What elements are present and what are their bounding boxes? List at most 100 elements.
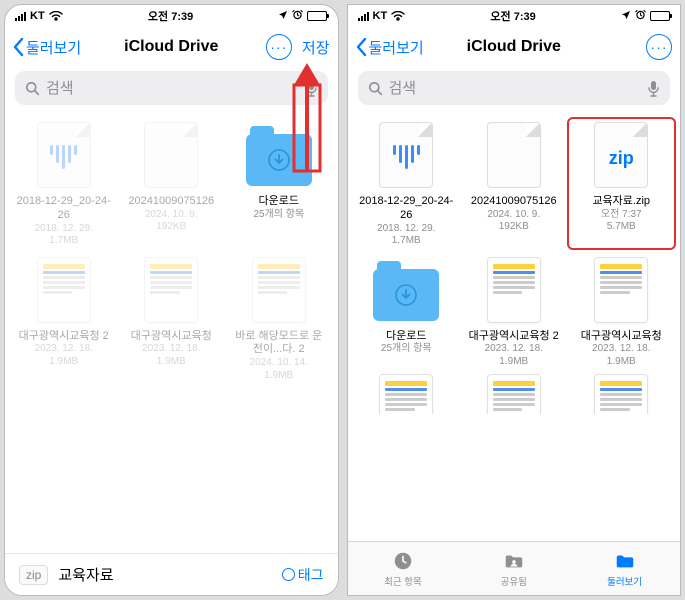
locator-icon xyxy=(621,10,631,23)
file-name: 다운로드 xyxy=(386,330,426,344)
file-item[interactable] xyxy=(461,374,567,414)
battery-icon xyxy=(650,11,670,21)
file-date: 오전 7:37 xyxy=(601,209,642,222)
battery-icon xyxy=(307,11,327,21)
back-button[interactable]: 둘러보기 xyxy=(13,37,81,58)
file-icon xyxy=(144,122,198,188)
search-field[interactable] xyxy=(15,71,328,105)
status-time: 오전 7:39 xyxy=(490,8,535,24)
search-input[interactable] xyxy=(389,80,642,97)
file-size: 1.7MB xyxy=(392,235,421,248)
tab-bar: 최근 항목 공유됨 둘러보기 xyxy=(348,541,681,595)
alarm-icon xyxy=(292,9,303,23)
nav-bar: 둘러보기 iCloud Drive ··· xyxy=(348,27,681,67)
mic-icon[interactable] xyxy=(305,80,318,97)
file-item[interactable]: 바로 해당모드로 운전이...다. 2 2024. 10. 14. 1.9MB xyxy=(226,254,332,383)
file-size: 1.7MB xyxy=(49,235,78,248)
file-date: 2018. 12. 29. xyxy=(377,223,435,236)
shared-folder-icon xyxy=(503,550,525,572)
back-label: 둘러보기 xyxy=(26,37,81,58)
doc-file-icon xyxy=(252,257,306,323)
save-button[interactable]: 저장 xyxy=(302,37,330,58)
file-meta: 25개의 항목 xyxy=(381,343,432,356)
carrier-label: KT xyxy=(373,10,388,22)
back-button[interactable]: 둘러보기 xyxy=(356,37,424,58)
file-item[interactable]: 2018-12-29_20-24-26 2018. 12. 29. 1.7MB xyxy=(11,119,117,248)
file-name: 2018-12-29_20-24-26 xyxy=(358,195,454,223)
file-size: 192KB xyxy=(156,221,186,234)
file-date: 2024. 10. 14. xyxy=(250,357,308,370)
folder-icon xyxy=(246,134,312,186)
file-name: 대구광역시교육청 xyxy=(581,330,662,344)
wifi-icon xyxy=(391,11,405,21)
more-button[interactable]: ··· xyxy=(646,34,672,60)
file-date: 2018. 12. 29. xyxy=(35,223,93,236)
file-grid[interactable]: 2018-12-29_20-24-26 2018. 12. 29. 1.7MB … xyxy=(348,113,681,541)
file-item[interactable]: 다운로드 25개의 항목 xyxy=(226,119,332,248)
file-item[interactable] xyxy=(354,374,460,414)
file-item[interactable] xyxy=(569,374,675,414)
tab-recent[interactable]: 최근 항목 xyxy=(348,542,459,595)
doc-file-icon xyxy=(594,257,648,323)
alarm-icon xyxy=(635,9,646,23)
file-name: 20241009075126 xyxy=(471,195,557,209)
zip-file-icon: zip xyxy=(594,122,648,188)
doc-file-icon xyxy=(487,374,541,414)
search-field[interactable] xyxy=(358,71,671,105)
file-item[interactable]: 20241009075126 2024. 10. 9. 192KB xyxy=(119,119,225,248)
status-bar: KT 오전 7:39 xyxy=(348,5,681,27)
wifi-icon xyxy=(49,11,63,21)
more-icon: ··· xyxy=(651,40,668,54)
more-button[interactable]: ··· xyxy=(266,34,292,60)
tab-browse[interactable]: 둘러보기 xyxy=(569,542,680,595)
mic-icon[interactable] xyxy=(647,80,660,97)
file-item[interactable]: 2018-12-29_20-24-26 2018. 12. 29. 1.7MB xyxy=(354,119,460,248)
status-bar: KT 오전 7:39 xyxy=(5,5,338,27)
tab-label: 최근 항목 xyxy=(384,574,422,588)
file-date: 2023. 12. 18. xyxy=(35,343,93,356)
more-icon: ··· xyxy=(270,40,287,54)
chevron-left-icon xyxy=(13,38,24,56)
tag-icon xyxy=(282,568,295,581)
file-item[interactable]: zip 교육자료.zip 오전 7:37 5.7MB xyxy=(569,119,675,248)
tab-shared[interactable]: 공유됨 xyxy=(458,542,569,595)
filename-bar: zip 교육자료 태그 xyxy=(5,553,338,595)
locator-icon xyxy=(278,10,288,23)
file-icon xyxy=(487,122,541,188)
file-grid[interactable]: 2018-12-29_20-24-26 2018. 12. 29. 1.7MB … xyxy=(5,113,338,553)
file-item[interactable]: 대구광역시교육청 2 2023. 12. 18. 1.9MB xyxy=(461,254,567,369)
file-size: 1.9MB xyxy=(49,356,78,369)
file-size: 1.9MB xyxy=(157,356,186,369)
filename-field[interactable]: 교육자료 xyxy=(58,564,271,585)
file-date: 2023. 12. 18. xyxy=(485,343,543,356)
audio-file-icon xyxy=(37,122,91,188)
file-item[interactable]: 20241009075126 2024. 10. 9. 192KB xyxy=(461,119,567,248)
file-size: 192KB xyxy=(499,221,529,234)
phone-left: KT 오전 7:39 둘러보기 iCloud Drive ··· 저장 xyxy=(4,4,339,596)
filetype-badge: zip xyxy=(19,565,48,585)
file-item[interactable]: 다운로드 25개의 항목 xyxy=(354,254,460,369)
file-date: 2024. 10. 9. xyxy=(487,209,540,222)
tag-button[interactable]: 태그 xyxy=(282,565,324,585)
file-date: 2024. 10. 9. xyxy=(145,209,198,222)
status-time: 오전 7:39 xyxy=(148,8,193,24)
back-label: 둘러보기 xyxy=(369,37,424,58)
audio-file-icon xyxy=(379,122,433,188)
file-size: 5.7MB xyxy=(607,221,636,234)
file-item[interactable]: 대구광역시교육청 2023. 12. 18. 1.9MB xyxy=(569,254,675,369)
file-item[interactable]: 대구광역시교육청 2023. 12. 18. 1.9MB xyxy=(119,254,225,383)
file-date: 2023. 12. 18. xyxy=(142,343,200,356)
folder-icon xyxy=(614,550,636,572)
folder-icon xyxy=(373,269,439,321)
tab-label: 둘러보기 xyxy=(607,574,642,588)
file-item[interactable]: 대구광역시교육청 2 2023. 12. 18. 1.9MB xyxy=(11,254,117,383)
doc-file-icon xyxy=(487,257,541,323)
file-date: 2023. 12. 18. xyxy=(592,343,650,356)
tag-label: 태그 xyxy=(298,565,324,585)
signal-icon xyxy=(358,11,369,21)
phone-right: KT 오전 7:39 둘러보기 iCloud Drive ··· xyxy=(347,4,682,596)
search-input[interactable] xyxy=(46,80,299,97)
file-size: 1.9MB xyxy=(499,356,528,369)
file-name: 대구광역시교육청 xyxy=(131,330,212,344)
tab-label: 공유됨 xyxy=(501,574,527,588)
